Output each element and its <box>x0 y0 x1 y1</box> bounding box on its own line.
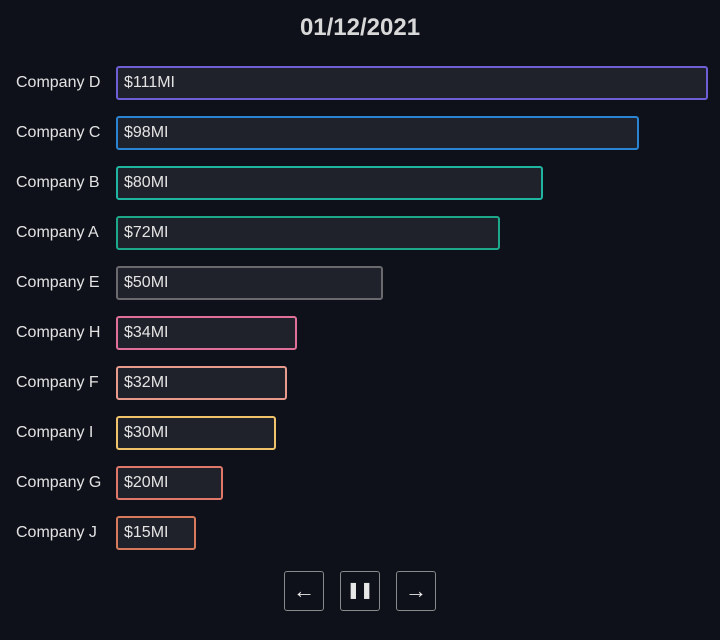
bar-value-label: $111MI <box>124 74 175 91</box>
bar-row: Company F $32MI <box>0 366 720 400</box>
bar-value-label: $34MI <box>124 324 169 341</box>
bar-row: Company G $20MI <box>0 466 720 500</box>
bar-value-label: $80MI <box>124 174 169 191</box>
bar-row: Company E $50MI <box>0 266 720 300</box>
category-label: Company G <box>16 474 102 491</box>
category-label: Company J <box>16 524 97 541</box>
bar-row: Company J $15MI <box>0 516 720 550</box>
bar-row: Company H $34MI <box>0 316 720 350</box>
bar: $34MI <box>116 316 297 350</box>
bar: $30MI <box>116 416 276 450</box>
category-label: Company F <box>16 374 99 391</box>
category-label: Company D <box>16 74 101 91</box>
bar: $32MI <box>116 366 287 400</box>
bar-value-label: $98MI <box>124 124 169 141</box>
bar: $111MI <box>116 66 708 100</box>
chart-title: 01/12/2021 <box>299 14 421 41</box>
category-label: Company C <box>16 124 101 141</box>
bar-row: Company A $72MI <box>0 216 720 250</box>
arrow-right-icon: → <box>405 578 427 603</box>
bar: $20MI <box>116 466 223 500</box>
bar: $72MI <box>116 216 500 250</box>
bar-row: Company C $98MI <box>0 116 720 150</box>
category-label: Company I <box>16 424 94 441</box>
category-label: Company E <box>16 274 100 291</box>
bar-value-label: $30MI <box>124 424 169 441</box>
bar: $98MI <box>116 116 639 150</box>
bar: $80MI <box>116 166 543 200</box>
bar-row: Company D $111MI <box>0 66 720 100</box>
pause-icon: ❚❚ <box>346 582 374 599</box>
category-label: Company B <box>16 174 100 191</box>
bar-value-label: $20MI <box>124 474 169 491</box>
bar-row: Company I $30MI <box>0 416 720 450</box>
bar-value-label: $32MI <box>124 374 169 391</box>
bar-chart-race: 01/12/2021 Company D $111MI Company C $98MI… <box>0 0 720 640</box>
bar: $50MI <box>116 266 383 300</box>
pause-button[interactable]: ❚❚ <box>340 571 380 611</box>
bar-row: Company B $80MI <box>0 166 720 200</box>
playback-controls: ← ❚❚ → <box>0 571 720 611</box>
bar-value-label: $50MI <box>124 274 169 291</box>
category-label: Company A <box>16 224 99 241</box>
previous-button[interactable]: ← <box>284 571 324 611</box>
next-button[interactable]: → <box>396 571 436 611</box>
bar-rows: Company D $111MI Company C $98MI Company B $8… <box>0 66 720 566</box>
bar: $15MI <box>116 516 196 550</box>
bar-value-label: $72MI <box>124 224 169 241</box>
bar-value-label: $15MI <box>124 524 169 541</box>
arrow-left-icon: ← <box>293 578 315 603</box>
category-label: Company H <box>16 324 101 341</box>
